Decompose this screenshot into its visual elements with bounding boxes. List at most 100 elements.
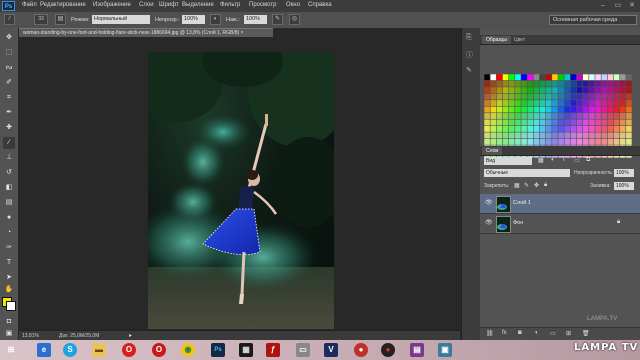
swatch[interactable]: [607, 119, 614, 126]
swatch[interactable]: [595, 113, 601, 119]
gradient-tool-icon[interactable]: ▤: [3, 197, 15, 209]
swatch[interactable]: [552, 87, 558, 94]
swatch[interactable]: [490, 125, 497, 132]
swatch[interactable]: [527, 100, 534, 107]
swatch[interactable]: [589, 119, 595, 126]
internet-explorer-icon[interactable]: e: [37, 343, 51, 357]
swatch[interactable]: [589, 87, 595, 94]
swatch[interactable]: [570, 93, 577, 100]
swatch[interactable]: [552, 113, 558, 119]
opera-icon[interactable]: O: [122, 343, 136, 357]
swatch[interactable]: [576, 100, 583, 107]
swatch[interactable]: [576, 119, 583, 126]
swatch[interactable]: [589, 125, 595, 132]
swatch[interactable]: [539, 113, 546, 119]
swatch[interactable]: [570, 74, 577, 81]
crop-tool-icon[interactable]: ⌗: [3, 92, 15, 104]
swatch[interactable]: [508, 106, 515, 113]
swatch[interactable]: [558, 100, 564, 107]
swatch[interactable]: [626, 93, 632, 100]
swatch[interactable]: [570, 106, 577, 113]
path-selection-tool-icon[interactable]: ➤: [3, 272, 15, 284]
swatch[interactable]: [613, 125, 620, 132]
swatch[interactable]: [558, 138, 564, 145]
swatch[interactable]: [619, 100, 626, 107]
swatch[interactable]: [564, 74, 571, 81]
swatch[interactable]: [502, 132, 509, 139]
filter-pixel-icon[interactable]: ▦: [538, 157, 544, 164]
layer-row-layer1[interactable]: 👁︎ Слой 1: [480, 194, 640, 214]
swatch[interactable]: [502, 119, 509, 126]
close-icon[interactable]: ✕: [625, 0, 639, 12]
layer-opacity-input[interactable]: 100%: [614, 169, 634, 177]
swatch[interactable]: [613, 132, 620, 139]
swatch[interactable]: [521, 80, 527, 87]
window-icon[interactable]: ▭: [296, 343, 310, 357]
swatch[interactable]: [564, 132, 571, 139]
filter-shape-icon[interactable]: ▭: [574, 157, 580, 164]
swatch[interactable]: [576, 125, 583, 132]
swatch[interactable]: [619, 119, 626, 126]
swatch[interactable]: [515, 138, 521, 145]
menu-select[interactable]: Выделение: [182, 2, 214, 8]
swatch[interactable]: [570, 113, 577, 119]
swatch[interactable]: [533, 106, 540, 113]
swatch[interactable]: [558, 106, 564, 113]
swatch[interactable]: [589, 80, 595, 87]
screen-mode-icon[interactable]: ▣: [3, 328, 15, 340]
swatch[interactable]: [582, 100, 589, 107]
swatch[interactable]: [570, 125, 577, 132]
menu-edit[interactable]: Редактирование: [40, 2, 86, 8]
swatch[interactable]: [552, 100, 558, 107]
swatch[interactable]: [521, 138, 527, 145]
swatch[interactable]: [558, 80, 564, 87]
swatch[interactable]: [576, 80, 583, 87]
swatch[interactable]: [582, 132, 589, 139]
swatch[interactable]: [515, 132, 521, 139]
flash-icon[interactable]: ƒ: [266, 343, 280, 357]
swatch[interactable]: [484, 80, 490, 87]
swatch[interactable]: [533, 132, 540, 139]
maximize-icon[interactable]: ▭: [611, 0, 625, 12]
swatch[interactable]: [490, 138, 497, 145]
swatch[interactable]: [533, 119, 540, 126]
swatch[interactable]: [527, 113, 534, 119]
filter-type-icon[interactable]: T: [562, 157, 566, 163]
swatch[interactable]: [527, 125, 534, 132]
swatch[interactable]: [595, 74, 601, 81]
swatch[interactable]: [545, 113, 552, 119]
swatch[interactable]: [619, 74, 626, 81]
swatch[interactable]: [626, 106, 632, 113]
swatch[interactable]: [490, 100, 497, 107]
tab-swatches[interactable]: Образцы: [482, 36, 512, 44]
swatch[interactable]: [496, 106, 503, 113]
vegas-icon[interactable]: V: [324, 343, 338, 357]
swatch[interactable]: [515, 125, 521, 132]
swatch[interactable]: [619, 113, 626, 119]
swatch[interactable]: [515, 80, 521, 87]
link-layers-icon[interactable]: ⛓︎: [486, 330, 494, 337]
eyedropper-tool-icon[interactable]: ✒: [3, 107, 15, 119]
pen-tool-icon[interactable]: ✑: [3, 242, 15, 254]
swatch[interactable]: [490, 87, 497, 94]
clone-stamp-tool-icon[interactable]: ⊥: [3, 152, 15, 164]
swatch[interactable]: [521, 125, 527, 132]
swatch[interactable]: [490, 113, 497, 119]
document-photo[interactable]: [148, 52, 334, 329]
filter-smart-object-icon[interactable]: ⧉: [586, 157, 590, 164]
swatch[interactable]: [619, 80, 626, 87]
swatch[interactable]: [490, 80, 497, 87]
swatch[interactable]: [552, 125, 558, 132]
swatch[interactable]: [595, 87, 601, 94]
swatch[interactable]: [570, 87, 577, 94]
swatch[interactable]: [626, 80, 632, 87]
swatch[interactable]: [558, 125, 564, 132]
swatch[interactable]: [613, 100, 620, 107]
swatch[interactable]: [539, 100, 546, 107]
swatch[interactable]: [521, 106, 527, 113]
swatch[interactable]: [607, 87, 614, 94]
swatch[interactable]: [619, 87, 626, 94]
swatch[interactable]: [589, 74, 595, 81]
swatch[interactable]: [490, 93, 497, 100]
blend-mode-select[interactable]: Обычные: [484, 169, 570, 177]
